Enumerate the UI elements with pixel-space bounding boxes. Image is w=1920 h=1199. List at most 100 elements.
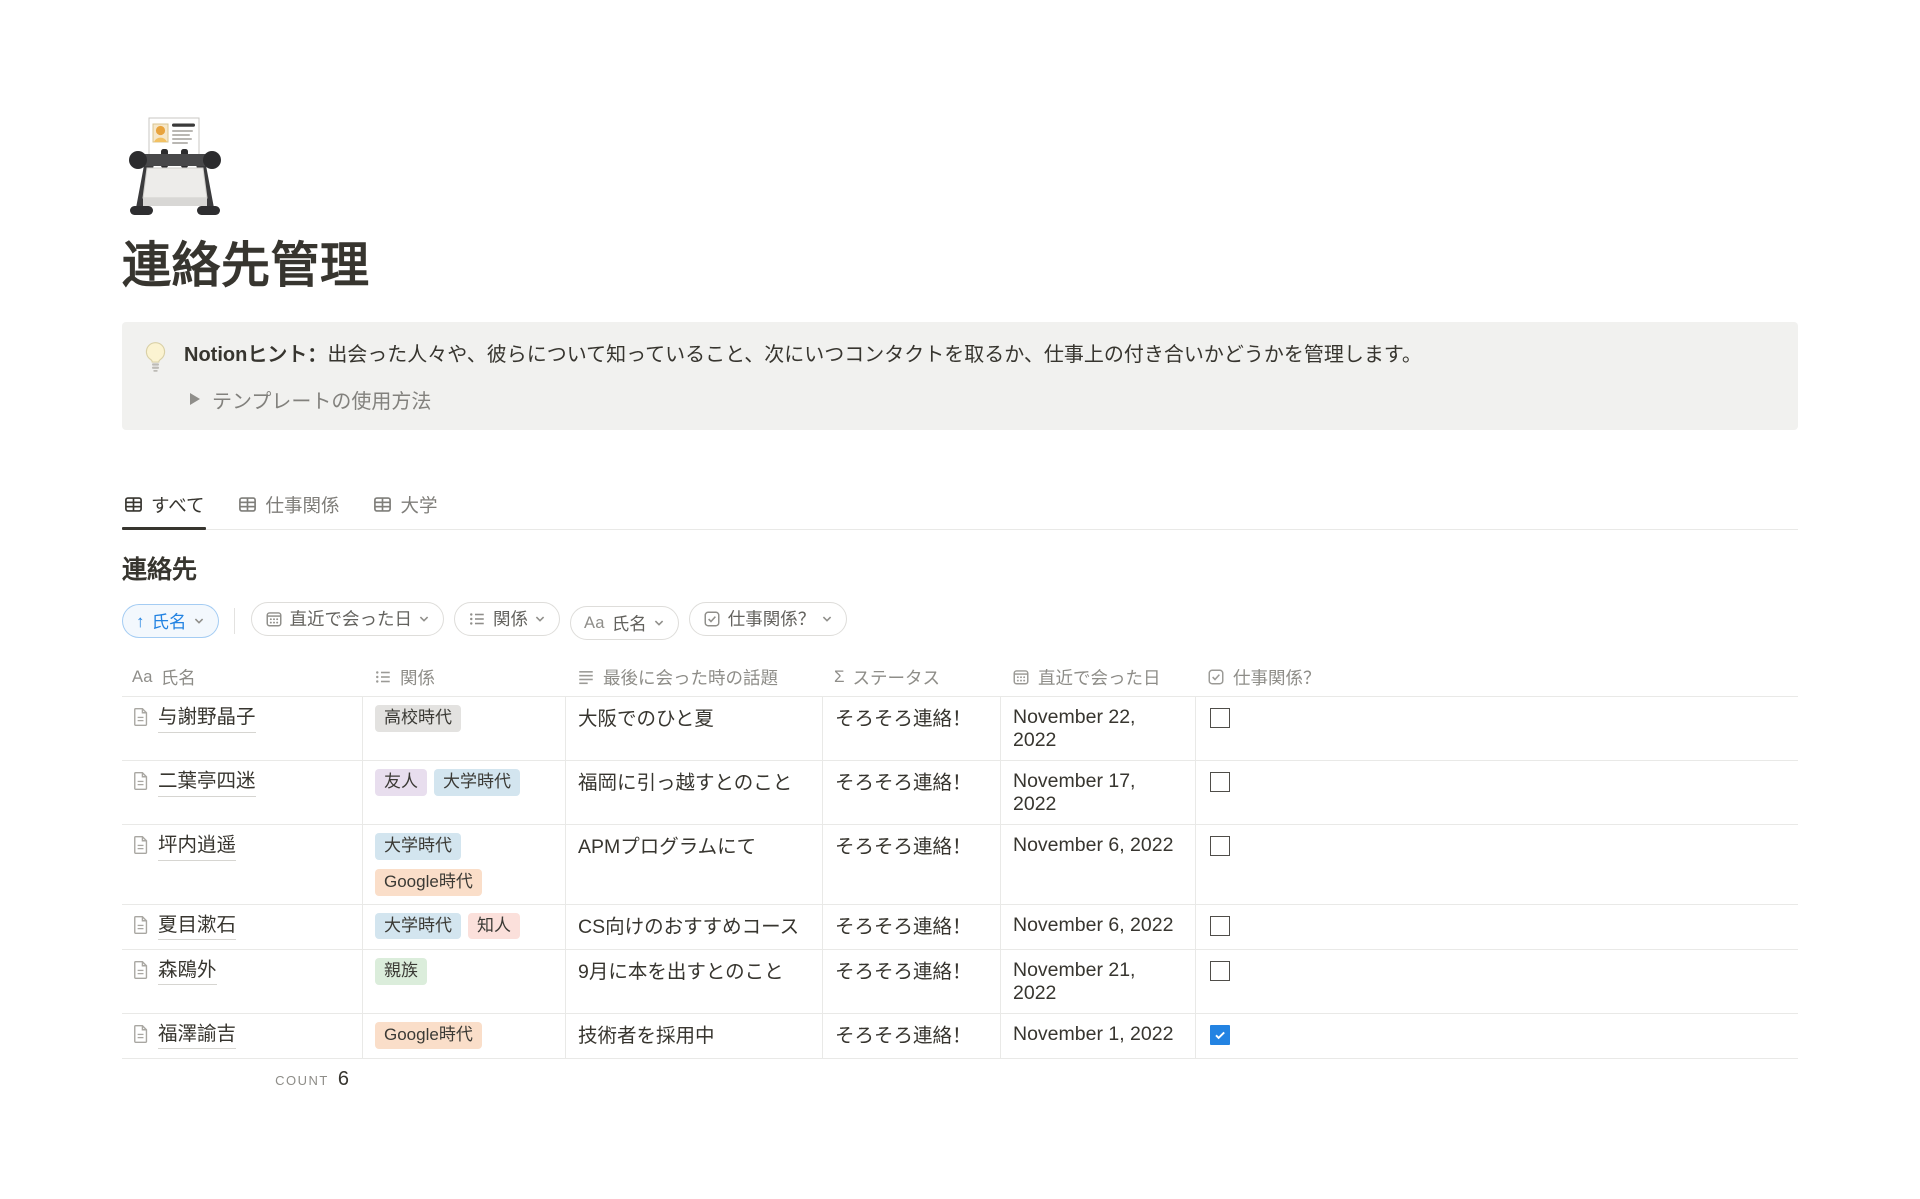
column-header-label: 仕事関係？ xyxy=(1233,665,1321,690)
column-header-status[interactable]: Σステータス xyxy=(823,658,1001,696)
column-header-name[interactable]: Aa氏名 xyxy=(122,658,363,696)
relation-cell[interactable]: 友人大学時代 xyxy=(363,761,566,824)
count-calculation[interactable]: COUNT 6 xyxy=(122,1059,363,1099)
column-header-work[interactable]: 仕事関係？ xyxy=(1196,658,1798,696)
card-index-icon xyxy=(122,116,228,222)
filter-chip-relation[interactable]: 関係 xyxy=(454,602,560,636)
filter-chips: 直近で会った日関係 Aa氏名仕事関係？ xyxy=(251,602,848,641)
filter-chip-last-met-date[interactable]: 直近で会った日 xyxy=(251,602,445,636)
count-label: COUNT xyxy=(275,1073,329,1088)
last-met-date-cell[interactable]: November 21, 2022 xyxy=(1001,950,1196,1013)
relation-cell[interactable]: Google時代 xyxy=(363,1014,566,1058)
status-cell[interactable]: そろそろ連絡！ xyxy=(823,905,1001,949)
callout-bold-label: Notionヒント： xyxy=(184,344,327,366)
last-met-date-cell[interactable]: November 22, 2022 xyxy=(1001,697,1196,760)
relation-cell[interactable]: 親族 xyxy=(363,950,566,1013)
filter-chip-name[interactable]: Aa氏名 xyxy=(570,606,679,640)
last-met-date-cell[interactable]: November 6, 2022 xyxy=(1001,825,1196,903)
topic-cell[interactable]: 大阪でのひと夏 xyxy=(566,697,823,760)
status-cell[interactable]: そろそろ連絡！ xyxy=(823,950,1001,1013)
last-met-date-cell[interactable]: November 17, 2022 xyxy=(1001,761,1196,824)
sort-chip-name[interactable]: ↑ 氏名 xyxy=(122,604,219,638)
contact-page-link[interactable]: 与謝野晶子 xyxy=(158,705,256,732)
status-cell[interactable]: そろそろ連絡！ xyxy=(823,761,1001,824)
contact-page-link[interactable]: 坪内逍遥 xyxy=(158,833,236,860)
contact-page-link[interactable]: 夏目漱石 xyxy=(158,913,236,940)
topic-cell[interactable]: 9月に本を出すとのこと xyxy=(566,950,823,1013)
column-header-label: 直近で会った日 xyxy=(1038,665,1161,690)
arrow-up-icon: ↑ xyxy=(136,613,145,630)
status-cell[interactable]: そろそろ連絡！ xyxy=(823,825,1001,903)
chevron-down-icon xyxy=(193,615,205,627)
relation-cell[interactable]: 高校時代 xyxy=(363,697,566,760)
column-header-relation[interactable]: 関係 xyxy=(363,658,566,696)
tag-orange: Google時代 xyxy=(375,869,482,896)
work-relation-checkbox[interactable] xyxy=(1210,772,1230,792)
view-tabs: すべて 仕事関係大学 xyxy=(122,486,1798,530)
table-row: 福澤諭吉 Google時代 技術者を採用中そろそろ連絡！November 1, 20… xyxy=(122,1014,1798,1059)
toggle-label: テンプレートの使用方法 xyxy=(212,385,431,414)
work-relation-checkbox[interactable] xyxy=(1210,916,1230,936)
last-met-date-cell[interactable]: November 1, 2022 xyxy=(1001,1014,1196,1058)
table-icon xyxy=(124,495,143,514)
contact-page-link[interactable]: 森鴎外 xyxy=(158,958,217,985)
work-relation-checkbox[interactable] xyxy=(1210,1025,1230,1045)
list-icon xyxy=(374,668,392,686)
table-row: 坪内逍遥 大学時代 Google時代 APMプログラムにてそろそろ連絡！Novembe… xyxy=(122,825,1798,904)
topic-cell[interactable]: CS向けのおすすめコース xyxy=(566,905,823,949)
name-cell[interactable]: 坪内逍遥 xyxy=(122,825,363,903)
tag-blue: 大学時代 xyxy=(375,913,461,940)
contact-page-link[interactable]: 二葉亭四迷 xyxy=(158,769,256,796)
table-row: 二葉亭四迷 友人大学時代福岡に引っ越すとのことそろそろ連絡！November 17… xyxy=(122,761,1798,825)
tag-orange: Google時代 xyxy=(375,1022,482,1049)
work-relation-cell xyxy=(1196,905,1798,949)
tab-all[interactable]: すべて xyxy=(122,486,206,529)
table-header-row: Aa氏名 関係 最後に会った時の話題 Σステータス 直近で会った日 仕事関係？ xyxy=(122,658,1798,697)
topic-cell[interactable]: APMプログラムにて xyxy=(566,825,823,903)
text-icon xyxy=(577,668,595,686)
contact-page-link[interactable]: 福澤諭吉 xyxy=(158,1022,236,1049)
name-cell[interactable]: 森鴎外 xyxy=(122,950,363,1013)
work-relation-checkbox[interactable] xyxy=(1210,708,1230,728)
table-icon xyxy=(373,495,392,514)
topic-cell[interactable]: 福岡に引っ越すとのこと xyxy=(566,761,823,824)
calendar-icon xyxy=(1012,668,1030,686)
column-header-last-met[interactable]: 直近で会った日 xyxy=(1001,658,1196,696)
column-header-label: 最後に会った時の話題 xyxy=(603,665,778,690)
tag-blue: 大学時代 xyxy=(375,833,461,860)
tab-university[interactable]: 大学 xyxy=(371,486,439,529)
filter-chip-work-relation[interactable]: 仕事関係？ xyxy=(689,602,848,636)
column-header-topic[interactable]: 最後に会った時の話題 xyxy=(566,658,823,696)
name-cell[interactable]: 福澤諭吉 xyxy=(122,1014,363,1058)
column-header-label: 氏名 xyxy=(161,665,196,690)
checkbox-icon xyxy=(1207,668,1225,686)
page-title[interactable]: 連絡先管理 xyxy=(122,238,1798,296)
name-cell[interactable]: 与謝野晶子 xyxy=(122,697,363,760)
tab-label: すべて xyxy=(151,492,204,518)
column-header-label: 関係 xyxy=(400,665,435,690)
relation-cell[interactable]: 大学時代 Google時代 xyxy=(363,825,566,903)
status-cell[interactable]: そろそろ連絡！ xyxy=(823,1014,1001,1058)
status-cell[interactable]: そろそろ連絡！ xyxy=(823,697,1001,760)
name-cell[interactable]: 夏目漱石 xyxy=(122,905,363,949)
topic-cell[interactable]: 技術者を採用中 xyxy=(566,1014,823,1058)
relation-cell[interactable]: 大学時代知人 xyxy=(363,905,566,949)
tag-purple: 友人 xyxy=(375,769,427,796)
sigma-icon: Σ xyxy=(834,667,845,687)
tab-work[interactable]: 仕事関係 xyxy=(236,486,341,529)
name-cell[interactable]: 二葉亭四迷 xyxy=(122,761,363,824)
toolbar-divider xyxy=(234,608,235,634)
table-row: 夏目漱石 大学時代知人CS向けのおすすめコースそろそろ連絡！November 6,… xyxy=(122,905,1798,950)
card-index-page-icon[interactable] xyxy=(122,116,228,222)
work-relation-checkbox[interactable] xyxy=(1210,961,1230,981)
work-relation-cell xyxy=(1196,950,1798,1013)
calendar-icon xyxy=(265,610,283,628)
aa-icon: Aa xyxy=(584,614,605,633)
tag-gray: 高校時代 xyxy=(375,705,461,732)
work-relation-cell xyxy=(1196,1014,1798,1058)
work-relation-checkbox[interactable] xyxy=(1210,836,1230,856)
chevron-down-icon xyxy=(534,613,546,625)
database-title[interactable]: 連絡先 xyxy=(122,550,1798,586)
last-met-date-cell[interactable]: November 6, 2022 xyxy=(1001,905,1196,949)
template-usage-toggle[interactable]: テンプレートの使用方法 xyxy=(190,385,1776,414)
